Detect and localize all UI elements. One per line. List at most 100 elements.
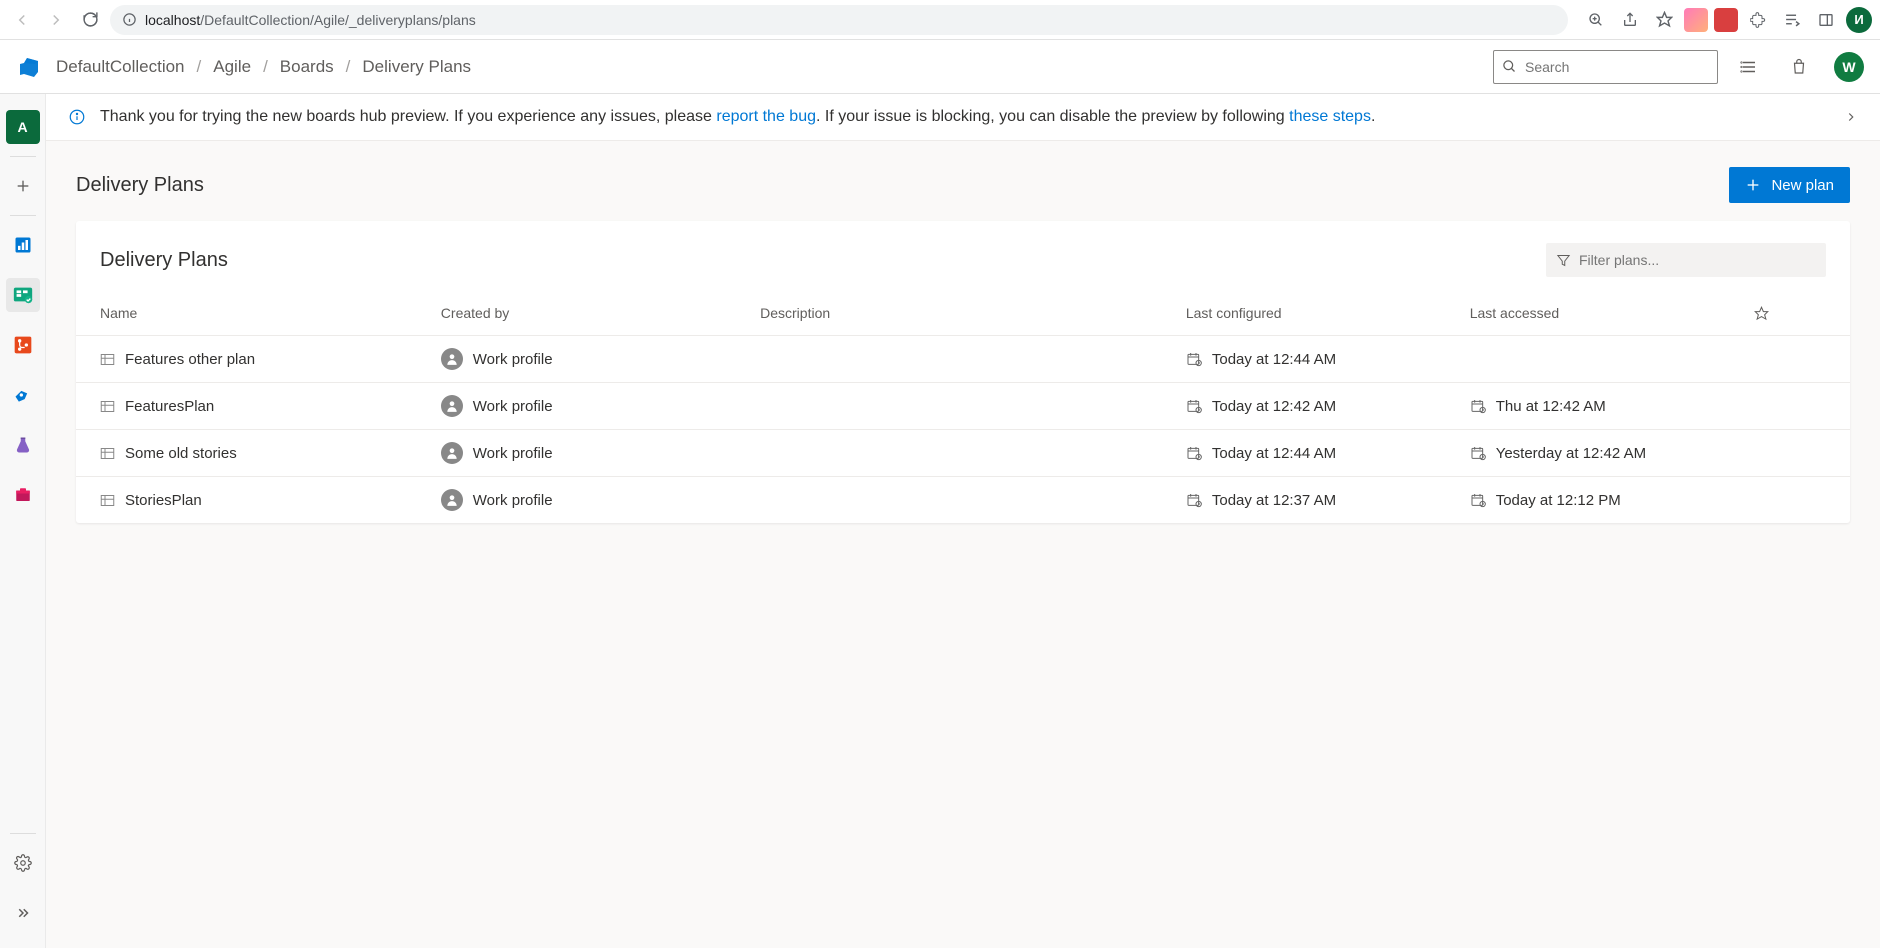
calendar-icon xyxy=(1470,445,1486,461)
profile-avatar[interactable]: И xyxy=(1846,7,1872,33)
playlist-icon[interactable] xyxy=(1778,6,1806,34)
url-text: localhost/DefaultCollection/Agile/_deliv… xyxy=(145,12,476,28)
nav-boards[interactable] xyxy=(6,278,40,312)
table-header-row: Name Created by Description Last configu… xyxy=(76,291,1850,336)
extension-icon[interactable] xyxy=(1684,8,1708,32)
calendar-icon xyxy=(1186,445,1202,461)
app-header: DefaultCollection / Agile / Boards / Del… xyxy=(0,40,1880,94)
nav-repos[interactable] xyxy=(6,328,40,362)
info-icon xyxy=(68,108,86,126)
person-avatar-icon xyxy=(441,489,463,511)
plan-icon xyxy=(100,400,115,413)
last-accessed: Today at 12:12 PM xyxy=(1496,492,1621,509)
plans-table: Name Created by Description Last configu… xyxy=(76,291,1850,523)
breadcrumb-item[interactable]: Agile xyxy=(213,57,251,77)
extension-icon[interactable] xyxy=(1714,8,1738,32)
card-title: Delivery Plans xyxy=(100,249,228,272)
info-icon xyxy=(122,12,137,27)
last-configured: Today at 12:44 AM xyxy=(1212,351,1336,368)
zoom-icon[interactable] xyxy=(1582,6,1610,34)
created-by: Work profile xyxy=(473,492,553,509)
table-row[interactable]: Features other plan Work profile Today at … xyxy=(76,336,1850,383)
calendar-icon xyxy=(1186,351,1202,367)
browser-toolbar: localhost/DefaultCollection/Agile/_deliv… xyxy=(0,0,1880,40)
plan-icon xyxy=(100,494,115,507)
search-input[interactable] xyxy=(1525,59,1709,75)
bookmark-icon[interactable] xyxy=(1650,6,1678,34)
last-configured: Today at 12:44 AM xyxy=(1212,445,1336,462)
back-button[interactable] xyxy=(8,6,36,34)
project-tile[interactable]: A xyxy=(6,110,40,144)
breadcrumb-item[interactable]: Boards xyxy=(280,57,334,77)
star-icon xyxy=(1754,306,1769,321)
reload-button[interactable] xyxy=(76,6,104,34)
plan-icon xyxy=(100,447,115,460)
breadcrumb-separator: / xyxy=(346,57,351,77)
col-last-accessed[interactable]: Last accessed xyxy=(1460,291,1744,336)
plus-icon xyxy=(1745,177,1761,193)
expand-button[interactable] xyxy=(6,896,40,930)
last-accessed: Thu at 12:42 AM xyxy=(1496,398,1606,415)
shopping-bag-icon[interactable] xyxy=(1780,48,1818,86)
settings-button[interactable] xyxy=(6,846,40,880)
col-created-by[interactable]: Created by xyxy=(431,291,750,336)
person-avatar-icon xyxy=(441,442,463,464)
panel-icon[interactable] xyxy=(1812,6,1840,34)
left-nav-rail: A xyxy=(0,94,46,948)
table-row[interactable]: Some old stories Work profile Today at 12:… xyxy=(76,430,1850,477)
search-icon xyxy=(1502,59,1517,74)
main-content: Thank you for trying the new boards hub … xyxy=(46,94,1880,948)
breadcrumb: DefaultCollection / Agile / Boards / Del… xyxy=(56,57,471,77)
page-title: Delivery Plans xyxy=(76,174,204,197)
extensions-icon[interactable] xyxy=(1744,6,1772,34)
user-avatar[interactable]: W xyxy=(1834,52,1864,82)
calendar-icon xyxy=(1470,492,1486,508)
last-configured: Today at 12:42 AM xyxy=(1212,398,1336,415)
plans-card: Delivery Plans Name Created by Descripti… xyxy=(76,221,1850,523)
col-last-configured[interactable]: Last configured xyxy=(1176,291,1460,336)
banner-next-icon[interactable] xyxy=(1832,110,1858,124)
these-steps-link[interactable]: these steps xyxy=(1289,108,1371,125)
created-by: Work profile xyxy=(473,398,553,415)
created-by: Work profile xyxy=(473,445,553,462)
nav-artifacts[interactable] xyxy=(6,478,40,512)
address-bar[interactable]: localhost/DefaultCollection/Agile/_deliv… xyxy=(110,5,1568,35)
nav-testplans[interactable] xyxy=(6,428,40,462)
plan-name: StoriesPlan xyxy=(125,492,202,509)
list-icon[interactable] xyxy=(1730,48,1768,86)
person-avatar-icon xyxy=(441,348,463,370)
nav-pipelines[interactable] xyxy=(6,378,40,412)
calendar-icon xyxy=(1186,398,1202,414)
report-bug-link[interactable]: report the bug xyxy=(716,108,816,125)
plan-name: Some old stories xyxy=(125,445,237,462)
plan-name: Features other plan xyxy=(125,351,255,368)
new-plan-label: New plan xyxy=(1771,177,1834,194)
filter-icon xyxy=(1556,253,1571,268)
table-row[interactable]: StoriesPlan Work profile Today at 12:37 AM… xyxy=(76,477,1850,524)
search-box[interactable] xyxy=(1493,50,1718,84)
last-accessed: Yesterday at 12:42 AM xyxy=(1496,445,1646,462)
col-favorite[interactable] xyxy=(1744,291,1850,336)
banner-text: Thank you for trying the new boards hub … xyxy=(100,108,1375,126)
breadcrumb-item[interactable]: Delivery Plans xyxy=(362,57,471,77)
forward-button[interactable] xyxy=(42,6,70,34)
add-button[interactable] xyxy=(6,169,40,203)
breadcrumb-item[interactable]: DefaultCollection xyxy=(56,57,185,77)
last-configured: Today at 12:37 AM xyxy=(1212,492,1336,509)
breadcrumb-separator: / xyxy=(263,57,268,77)
filter-input[interactable] xyxy=(1579,252,1816,268)
breadcrumb-separator: / xyxy=(197,57,202,77)
created-by: Work profile xyxy=(473,351,553,368)
calendar-icon xyxy=(1186,492,1202,508)
filter-box[interactable] xyxy=(1546,243,1826,277)
nav-overview[interactable] xyxy=(6,228,40,262)
calendar-icon xyxy=(1470,398,1486,414)
share-icon[interactable] xyxy=(1616,6,1644,34)
table-row[interactable]: FeaturesPlan Work profile Today at 12:42 A… xyxy=(76,383,1850,430)
plan-icon xyxy=(100,353,115,366)
azure-devops-logo-icon[interactable] xyxy=(16,53,44,81)
col-description[interactable]: Description xyxy=(750,291,1176,336)
plan-name: FeaturesPlan xyxy=(125,398,214,415)
new-plan-button[interactable]: New plan xyxy=(1729,167,1850,203)
col-name[interactable]: Name xyxy=(76,291,431,336)
